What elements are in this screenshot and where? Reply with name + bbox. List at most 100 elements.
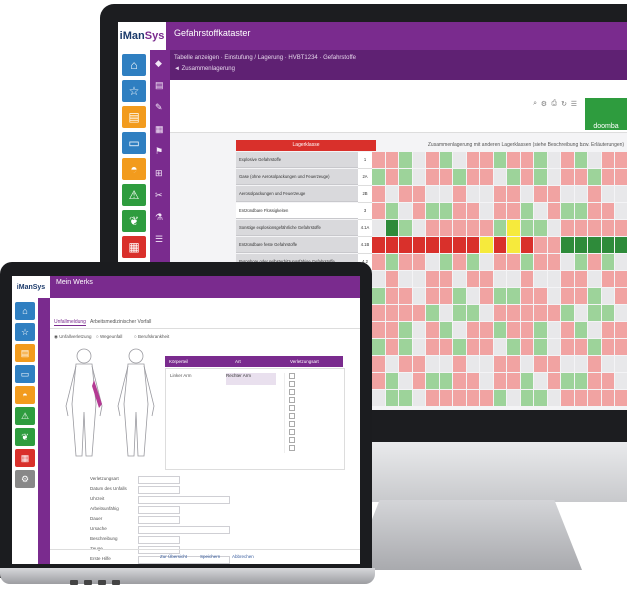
matrix-cell[interactable]	[534, 288, 547, 304]
form-input[interactable]	[138, 496, 230, 504]
matrix-cell[interactable]	[466, 152, 479, 168]
sub-nav-icon[interactable]: ⚑	[155, 146, 165, 156]
matrix-cell[interactable]	[439, 271, 452, 287]
matrix-cell[interactable]	[534, 220, 547, 236]
matrix-cell[interactable]	[507, 152, 520, 168]
overview-button[interactable]: Zur Übersicht	[160, 554, 187, 559]
matrix-cell[interactable]	[439, 390, 452, 406]
matrix-cell[interactable]	[615, 254, 627, 270]
matrix-cell[interactable]	[520, 373, 533, 389]
matrix-cell[interactable]	[493, 339, 506, 355]
matrix-cell[interactable]	[561, 186, 574, 202]
matrix-cell[interactable]	[561, 322, 574, 338]
matrix-cell[interactable]	[466, 237, 479, 253]
matrix-cell[interactable]	[507, 390, 520, 406]
matrix-cell[interactable]	[439, 356, 452, 372]
matrix-cell[interactable]	[507, 271, 520, 287]
refresh-icon[interactable]: ↻	[561, 100, 567, 108]
matrix-cell[interactable]	[453, 356, 466, 372]
list-item-selected[interactable]: Rechter Arm	[226, 373, 276, 385]
sub-nav-icon[interactable]: ▤	[155, 80, 165, 90]
matrix-cell[interactable]	[480, 339, 493, 355]
matrix-cell[interactable]	[588, 220, 601, 236]
matrix-cell[interactable]	[439, 254, 452, 270]
cancel-button[interactable]: Abbrechen	[232, 554, 254, 559]
report-icon[interactable]: ▦	[15, 449, 35, 467]
matrix-cell[interactable]	[439, 186, 452, 202]
matrix-cell[interactable]	[507, 237, 520, 253]
matrix-cell[interactable]	[412, 305, 425, 321]
hardhat-icon[interactable]: ◓	[15, 386, 35, 404]
matrix-cell[interactable]	[372, 356, 385, 372]
matrix-cell[interactable]	[385, 390, 398, 406]
matrix-cell[interactable]	[615, 169, 627, 185]
matrix-cell[interactable]	[426, 390, 439, 406]
matrix-cell[interactable]	[372, 220, 385, 236]
matrix-cell[interactable]	[372, 322, 385, 338]
matrix-cell[interactable]	[520, 186, 533, 202]
matrix-cell[interactable]	[615, 288, 627, 304]
form-input[interactable]	[138, 536, 180, 544]
matrix-cell[interactable]	[412, 237, 425, 253]
matrix-cell[interactable]	[466, 254, 479, 270]
checkbox[interactable]	[289, 389, 295, 395]
matrix-cell[interactable]	[453, 254, 466, 270]
matrix-cell[interactable]	[520, 203, 533, 219]
matrix-cell[interactable]	[426, 169, 439, 185]
matrix-cell[interactable]	[561, 305, 574, 321]
matrix-cell[interactable]	[480, 305, 493, 321]
settings-icon[interactable]: ⚙	[15, 470, 35, 488]
matrix-cell[interactable]	[385, 237, 398, 253]
matrix-cell[interactable]	[561, 237, 574, 253]
matrix-cell[interactable]	[588, 305, 601, 321]
matrix-cell[interactable]	[534, 305, 547, 321]
matrix-cell[interactable]	[601, 152, 614, 168]
matrix-cell[interactable]	[547, 288, 560, 304]
matrix-cell[interactable]	[399, 322, 412, 338]
matrix-cell[interactable]	[507, 288, 520, 304]
list-item[interactable]: Linker Arm	[170, 373, 192, 378]
matrix-cell[interactable]	[601, 288, 614, 304]
matrix-cell[interactable]	[372, 271, 385, 287]
checkbox[interactable]	[289, 413, 295, 419]
matrix-cell[interactable]	[412, 186, 425, 202]
matrix-cell[interactable]	[372, 203, 385, 219]
star-icon[interactable]: ☆	[15, 323, 35, 341]
matrix-cell[interactable]	[412, 169, 425, 185]
matrix-cell[interactable]	[520, 152, 533, 168]
matrix-cell[interactable]	[439, 339, 452, 355]
matrix-cell[interactable]	[561, 152, 574, 168]
sub-nav-icon[interactable]: ⊞	[155, 168, 165, 178]
matrix-cell[interactable]	[588, 288, 601, 304]
matrix-cell[interactable]	[453, 169, 466, 185]
matrix-cell[interactable]	[507, 322, 520, 338]
matrix-cell[interactable]	[372, 288, 385, 304]
checkbox[interactable]	[289, 397, 295, 403]
matrix-cell[interactable]	[372, 305, 385, 321]
matrix-cell[interactable]	[574, 254, 587, 270]
matrix-cell[interactable]	[426, 220, 439, 236]
matrix-cell[interactable]	[412, 152, 425, 168]
matrix-cell[interactable]	[574, 373, 587, 389]
matrix-cell[interactable]	[453, 373, 466, 389]
form-input[interactable]	[138, 476, 180, 484]
matrix-cell[interactable]	[561, 390, 574, 406]
matrix-cell[interactable]	[574, 288, 587, 304]
matrix-cell[interactable]	[493, 390, 506, 406]
print-icon[interactable]: ⎙	[551, 100, 557, 108]
matrix-cell[interactable]	[385, 152, 398, 168]
matrix-cell[interactable]	[588, 152, 601, 168]
matrix-cell[interactable]	[588, 254, 601, 270]
report-icon[interactable]: ▦	[122, 236, 146, 258]
matrix-cell[interactable]	[399, 237, 412, 253]
matrix-cell[interactable]	[412, 271, 425, 287]
matrix-cell[interactable]	[426, 152, 439, 168]
matrix-cell[interactable]	[480, 186, 493, 202]
matrix-cell[interactable]	[574, 186, 587, 202]
matrix-cell[interactable]	[574, 237, 587, 253]
matrix-cell[interactable]	[601, 356, 614, 372]
save-button[interactable]: Speichern	[200, 554, 220, 559]
matrix-cell[interactable]	[466, 322, 479, 338]
matrix-cell[interactable]	[385, 322, 398, 338]
matrix-cell[interactable]	[480, 254, 493, 270]
